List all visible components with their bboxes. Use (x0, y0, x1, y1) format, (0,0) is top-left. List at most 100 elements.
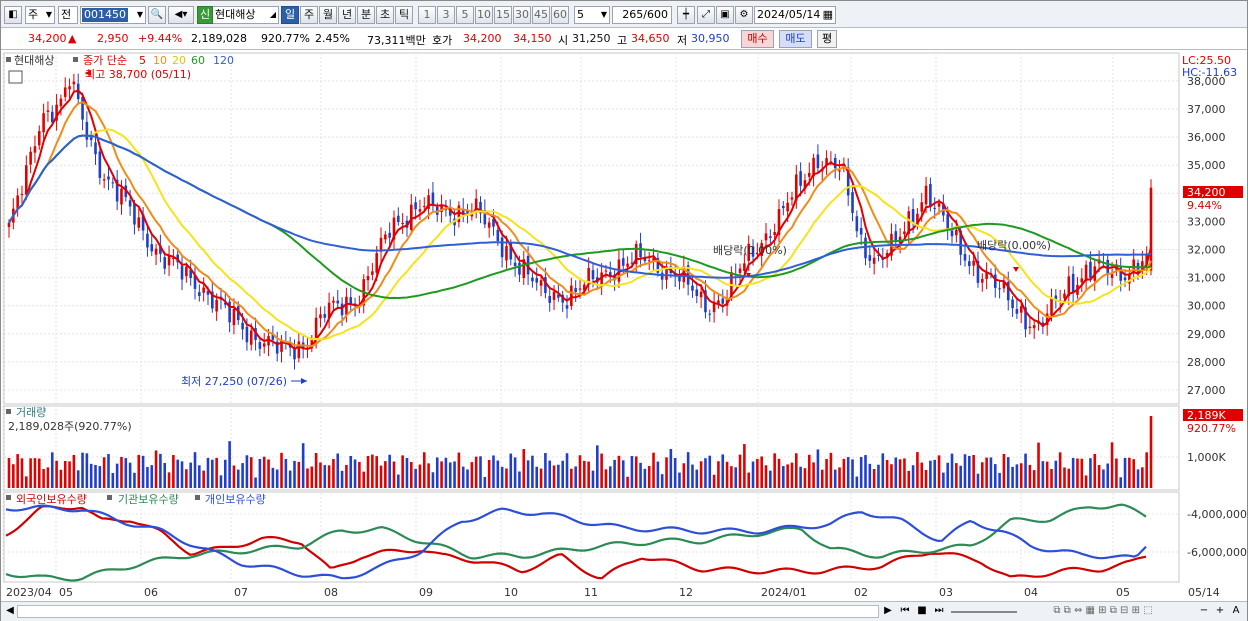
volume-bar (933, 459, 937, 488)
speaker-icon[interactable]: ◀▾ (168, 6, 194, 24)
volume-value: 2,189,028주(920.77%) (8, 420, 132, 433)
candle-body (868, 255, 872, 261)
window-menu-icon[interactable]: ◧ (4, 6, 22, 24)
rewind-icon[interactable]: ⏮ (897, 604, 913, 619)
save-icon[interactable]: ▣ (716, 6, 734, 24)
volume-bar (401, 455, 404, 488)
candle-body (487, 222, 491, 228)
stock-code-input[interactable]: 001450 ▼ (80, 6, 146, 24)
candle-body (691, 285, 694, 291)
zoom-slider[interactable] (951, 611, 1017, 613)
volume-bar (150, 465, 154, 488)
date-field[interactable]: 2024/05/14 ▦ (754, 6, 836, 24)
volume-bar (509, 453, 513, 488)
step-button-60[interactable]: 60 (551, 6, 569, 24)
scroll-track[interactable] (17, 605, 879, 618)
stock-code-value: 001450 (82, 8, 128, 22)
volume-bar (466, 469, 469, 488)
volume-bar (1032, 470, 1036, 488)
candle-body (981, 278, 984, 283)
buy-button[interactable]: 매수 (741, 30, 774, 48)
volume-bar (1106, 463, 1110, 488)
volume-bar (271, 467, 275, 488)
candle-body (68, 86, 71, 90)
calendar-icon[interactable]: ▦ (823, 7, 833, 23)
candle-body (150, 244, 154, 252)
volume-bar (124, 458, 128, 488)
candle-body (111, 182, 115, 184)
candle-body (1080, 278, 1084, 283)
step-select[interactable]: 5 ▼ (574, 6, 610, 24)
search-icon[interactable]: 🔍 (148, 6, 166, 24)
count-field[interactable]: 265/600 (612, 6, 672, 24)
volume-bar (829, 452, 833, 488)
step-button-10[interactable]: 10 (475, 6, 493, 24)
candle-body (929, 183, 932, 207)
stock-chart[interactable]: 38,00037,00036,00035,00034,00033,00032,0… (1, 51, 1247, 601)
zoom-out-icon[interactable]: − (1197, 604, 1211, 619)
candle-type-icon[interactable]: ┿ (677, 6, 695, 24)
candle-body (258, 342, 262, 349)
date-tick: 05 (1116, 586, 1130, 599)
fast-forward-icon[interactable]: ⏭ (931, 604, 947, 619)
volume-bar (591, 470, 595, 488)
sell-button[interactable]: 매도 (779, 30, 812, 48)
candle-body (743, 263, 746, 271)
volume-bar (275, 469, 279, 488)
volume-bar (457, 452, 461, 488)
period-tab-7[interactable]: 틱 (395, 6, 413, 24)
view-tools-icon[interactable]: ⧉ ⧉ ⇔ ▦ ⊞ ⧉ ⊟ ⊞ ⬚ (1023, 604, 1183, 619)
period-tab-4[interactable]: 년 (338, 6, 356, 24)
price-tick: 29,000 (1187, 328, 1226, 341)
candle-body (859, 228, 863, 235)
draw-tool-icon[interactable]: ⤢ (697, 6, 715, 24)
step-button-45[interactable]: 45 (532, 6, 550, 24)
step-button-1[interactable]: 1 (418, 6, 436, 24)
volume-bar (228, 441, 231, 488)
volume-bar (336, 453, 340, 488)
mode-select[interactable]: 주 ▼ (25, 6, 55, 24)
volume-bar (613, 459, 616, 488)
volume-bar (219, 475, 223, 488)
period-tab-1[interactable]: 일 (281, 6, 299, 24)
font-size-icon[interactable]: A (1229, 604, 1243, 619)
volume-bar (314, 453, 318, 488)
price-tick: 27,000 (1187, 384, 1226, 397)
period-tab-2[interactable]: 주 (300, 6, 318, 24)
candle-body (397, 215, 400, 223)
period-tab-5[interactable]: 분 (357, 6, 375, 24)
step-button-3[interactable]: 3 (437, 6, 455, 24)
volume-bar (392, 461, 396, 488)
stock-name-field[interactable]: 현대해상 ◢ (213, 6, 279, 24)
volume-ratio: 920.77% (261, 32, 310, 45)
candle-body (185, 266, 188, 277)
stop-icon[interactable]: ■ (914, 604, 930, 619)
eval-button[interactable]: 평 (817, 30, 837, 48)
volume-bar (544, 453, 547, 488)
ma-prefix: 종가 단순 (83, 54, 127, 67)
scroll-right-icon[interactable]: ▶ (881, 604, 895, 619)
volume-bar (254, 477, 257, 488)
volume-bar (773, 453, 776, 488)
price-tick: 32,000 (1187, 244, 1226, 257)
stock-label: 현대해상 (14, 53, 54, 67)
zoom-in-icon[interactable]: + (1213, 604, 1227, 619)
chart-window: { "toolbar": { "mode": "주", "market_pref… (0, 0, 1248, 621)
volume-bar (621, 460, 625, 488)
step-button-30[interactable]: 30 (513, 6, 531, 24)
market-prefix[interactable]: 전 (58, 6, 78, 24)
candle-body (621, 258, 625, 266)
volume-bar (712, 474, 716, 488)
step-button-15[interactable]: 15 (494, 6, 512, 24)
step-button-5[interactable]: 5 (456, 6, 474, 24)
gear-icon[interactable]: ⚙ (735, 6, 753, 24)
date-tick: 2024/01 (761, 586, 807, 599)
period-tab-6[interactable]: 초 (376, 6, 394, 24)
period-tab-3[interactable]: 월 (319, 6, 337, 24)
scroll-left-icon[interactable]: ◀ (5, 604, 15, 619)
volume-bar (435, 457, 439, 488)
volume-bar (120, 456, 123, 488)
candle-body (154, 248, 158, 255)
table-toggle-icon[interactable] (8, 70, 23, 84)
volume-bar (159, 453, 162, 488)
